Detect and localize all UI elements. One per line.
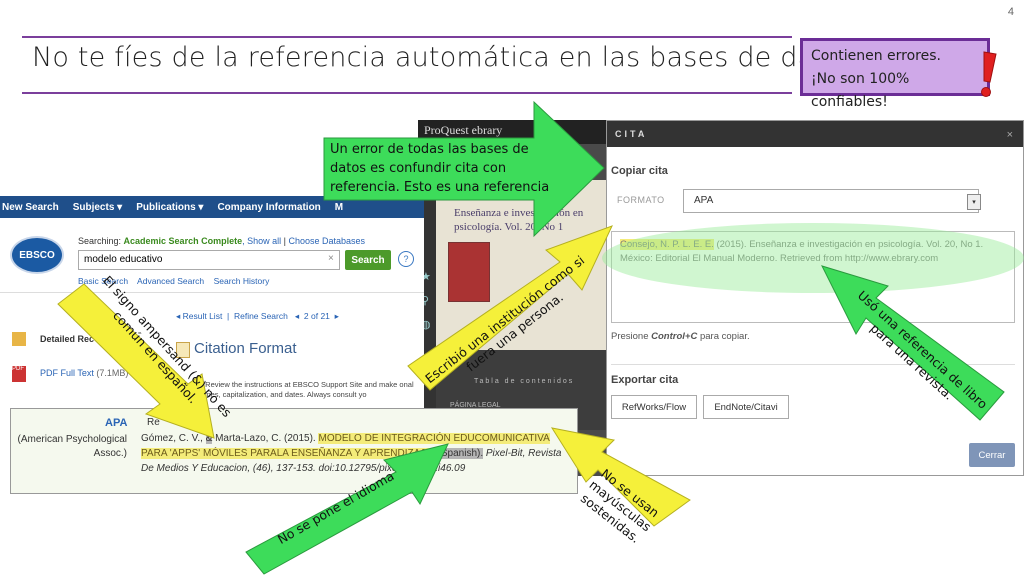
annotation-arrows [57, 100, 1005, 575]
note-cita-vs-referencia: Un error de todas las bases de datos es … [330, 142, 550, 195]
